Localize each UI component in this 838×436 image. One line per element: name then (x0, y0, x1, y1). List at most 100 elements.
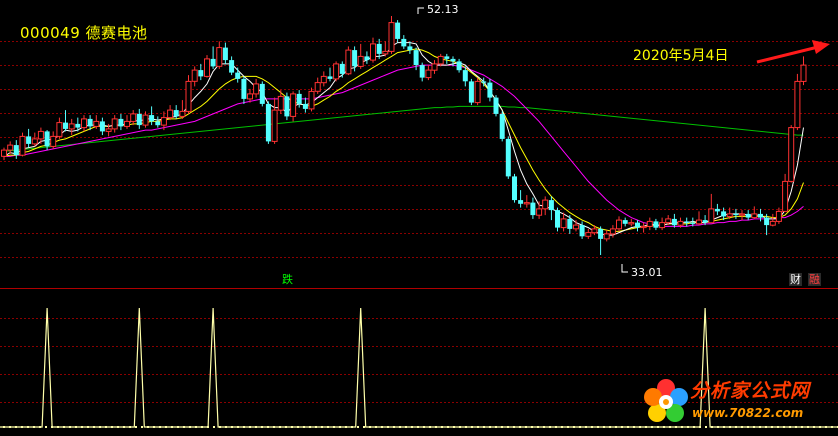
candle (573, 224, 579, 230)
signal-baseline-dot (99, 426, 101, 428)
annotation-arrow-shaft (756, 45, 819, 64)
candle (456, 61, 462, 71)
candle (222, 47, 228, 61)
watermark-logo: 分析家公式网 www.70822.com (640, 376, 835, 428)
candle (81, 118, 87, 129)
candle (450, 58, 456, 62)
candle (191, 69, 198, 82)
candle (726, 213, 733, 217)
candle (314, 82, 321, 92)
signal-baseline-dot (603, 426, 605, 428)
signal-baseline-dot (93, 426, 95, 428)
candle (327, 76, 333, 79)
signal-baseline-dot (63, 426, 65, 428)
candle (555, 210, 560, 228)
candle (769, 220, 776, 226)
candle (26, 136, 32, 144)
candle (714, 208, 720, 212)
cai-marker[interactable]: 财 (789, 273, 802, 286)
signal-baseline-dot (159, 426, 161, 428)
candle (284, 96, 290, 117)
signal-baseline-dot (477, 426, 479, 428)
signal-baseline-dot (621, 426, 623, 428)
candle (1, 149, 7, 157)
candle (628, 222, 635, 225)
candle (659, 222, 666, 229)
signal-baseline-dot (195, 426, 197, 428)
signal-baseline-dot (447, 426, 449, 428)
signal-baseline-dot (51, 426, 53, 428)
candle (31, 138, 38, 145)
die-marker[interactable]: 跌 (281, 273, 294, 286)
candle (253, 83, 260, 95)
low-leader (621, 264, 628, 273)
candle (352, 50, 358, 67)
signal-baseline-dot (279, 426, 281, 428)
candle (229, 60, 235, 73)
candle (684, 221, 690, 223)
signal-baseline-dot (327, 426, 329, 428)
signal-baseline-dot (573, 426, 575, 428)
candle (376, 43, 382, 54)
signal-baseline-dot (273, 426, 275, 428)
signal-baseline-dot (177, 426, 179, 428)
candle (320, 75, 327, 84)
signal-baseline-dot (81, 426, 83, 428)
signal-baseline-dot (495, 426, 497, 428)
signal-baseline-dot (501, 426, 503, 428)
signal-baseline-dot (441, 426, 443, 428)
candle (216, 47, 223, 67)
candle (167, 109, 174, 119)
candle (56, 122, 63, 137)
signal-baseline-dot (525, 426, 527, 428)
candle (99, 121, 105, 132)
signal-baseline-dot (33, 426, 35, 428)
candle (733, 213, 739, 216)
watermark-url: www.70822.com (692, 406, 804, 420)
candle (493, 97, 499, 114)
signal-baseline-dot (465, 426, 467, 428)
signal-baseline-dot (141, 426, 143, 428)
signal-baseline-dot (405, 426, 407, 428)
signal-baseline-dot (375, 426, 377, 428)
candle (136, 113, 142, 126)
candle (462, 70, 468, 82)
signal-baseline-dot (267, 426, 269, 428)
candle (622, 220, 628, 224)
candle (598, 228, 604, 239)
candle (37, 130, 44, 140)
rong-marker[interactable]: 融 (808, 273, 821, 286)
candle (548, 200, 554, 211)
candle (505, 138, 511, 177)
signal-baseline-dot (351, 426, 353, 428)
candle (247, 93, 253, 100)
candle (745, 213, 751, 218)
candle (523, 202, 530, 205)
candle (296, 93, 302, 104)
candle (646, 220, 653, 227)
candle (204, 58, 210, 77)
signal-baseline-dot (21, 426, 23, 428)
date-annotation: 2020年5月4日 (633, 48, 729, 64)
candle (407, 46, 413, 51)
candle (671, 218, 677, 226)
signal-baseline-dot (531, 426, 533, 428)
candle (185, 80, 192, 112)
candle (560, 218, 567, 229)
signal-baseline-dot (369, 426, 371, 428)
candle (474, 80, 481, 104)
candle (708, 208, 715, 224)
flower-icon (644, 379, 688, 422)
annotations (417, 7, 830, 273)
peak-leader (417, 7, 424, 14)
signal-baseline-dot (87, 426, 89, 428)
signal-baseline-dot (135, 426, 137, 428)
candle (241, 78, 247, 99)
signal-baseline-dot (243, 426, 245, 428)
candle (665, 218, 672, 224)
signal-baseline-dot (459, 426, 461, 428)
signal-baseline-dot (39, 426, 41, 428)
signal-baseline-dot (9, 426, 11, 428)
candle (235, 72, 241, 79)
ma-long-line (4, 64, 804, 227)
